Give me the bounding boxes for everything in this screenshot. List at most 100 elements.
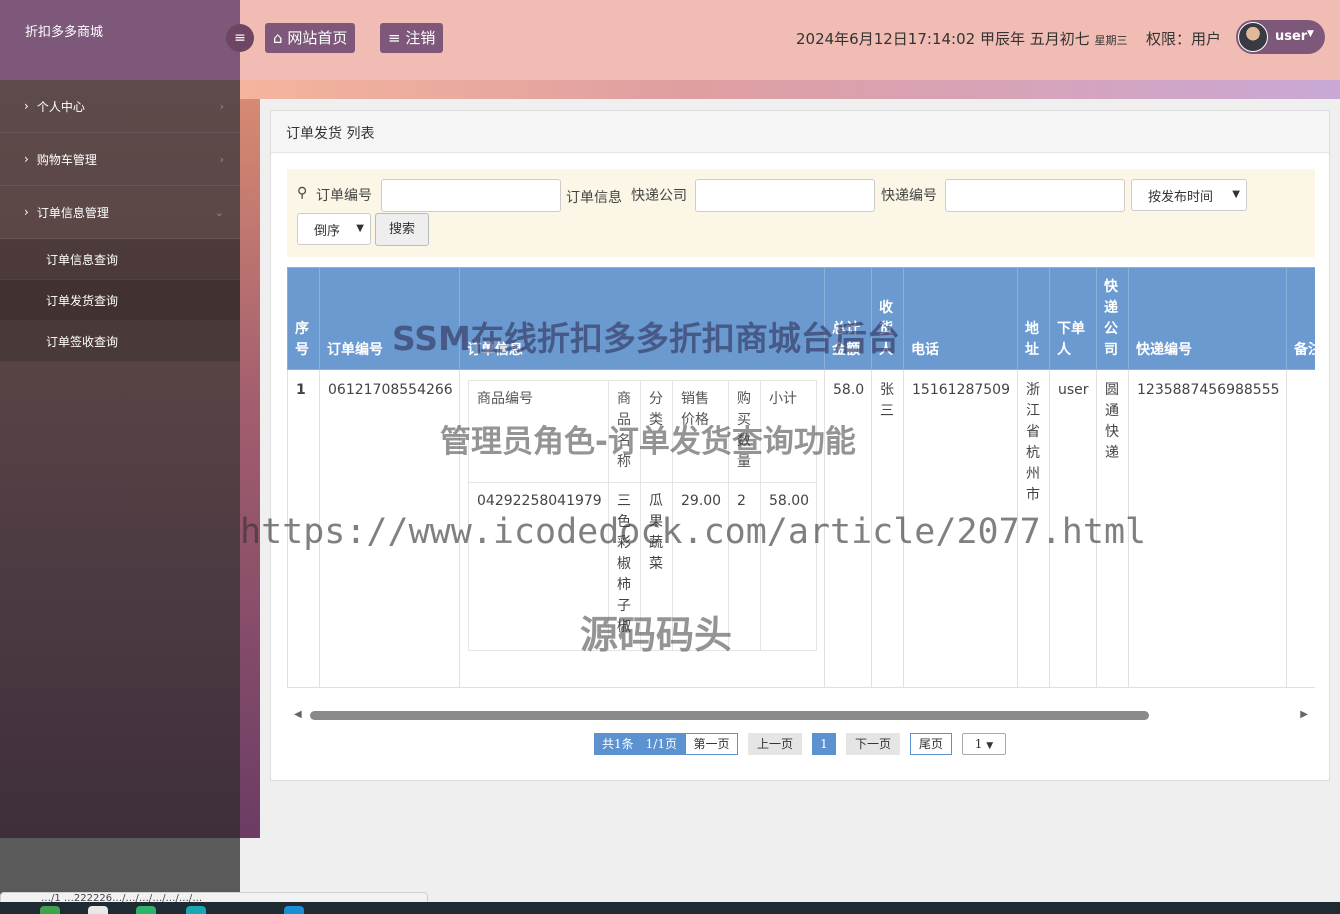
taskbar-app-icon[interactable] — [88, 906, 108, 914]
home-button[interactable]: ⌂ 网站首页 — [265, 23, 356, 53]
current-page-button[interactable]: 1 — [812, 733, 836, 755]
username: user — [1275, 29, 1308, 44]
taskbar-app-icon[interactable] — [40, 906, 60, 914]
sidebar-subitem-receipt-query[interactable]: 订单签收查询 — [0, 321, 240, 362]
page-select[interactable]: 1 ▼ — [962, 733, 1006, 755]
chevron-right-icon: › — [219, 99, 224, 113]
cell-receiver: 张三 — [871, 369, 904, 688]
item-qty: 2 — [728, 482, 761, 651]
taskbar-app-icon[interactable] — [186, 906, 206, 914]
order-info-label: 订单信息 — [566, 190, 622, 206]
order-no-input[interactable] — [381, 179, 561, 212]
cell-order-no: 06121708554266 — [319, 369, 460, 688]
express-company-input[interactable] — [695, 179, 875, 212]
horizontal-scrollbar[interactable]: ◀ ▶ — [287, 707, 1315, 724]
sort-order-select[interactable]: 倒序 ▼ — [297, 213, 371, 245]
order-items-table: 商品编号 商品名称 分类 销售价格 购买数量 小计 04292258041979… — [468, 380, 817, 651]
decorative-strip — [240, 99, 260, 838]
express-no-input[interactable] — [945, 179, 1125, 212]
col-header: 总计金额 — [824, 267, 872, 370]
cell-index: 1 — [287, 369, 320, 688]
weekday-text: 星期三 — [1094, 34, 1128, 47]
search-icon: ⚲ — [297, 185, 308, 201]
chevron-down-icon: ▼ — [1232, 189, 1240, 200]
list-panel: 订单发货 列表 ⚲ 订单编号 订单信息 快递公司 快递编号 按发布时间 ▼ 倒序… — [270, 110, 1330, 781]
pagination-info: 共1条 1/1页 — [594, 733, 685, 755]
cell-total: 58.0 — [824, 369, 872, 688]
sidebar-item-cart-management[interactable]: › 购物车管理 › — [0, 133, 240, 186]
chevron-down-icon: ⌄ — [214, 205, 224, 219]
sidebar-subitem-shipping-query[interactable]: 订单发货查询 — [0, 280, 240, 321]
items-col-header: 小计 — [760, 380, 817, 483]
sidebar-item-personal-center[interactable]: › 个人中心 › — [0, 80, 240, 133]
sidebar: 折扣多多商城 › 个人中心 › › 购物车管理 › › 订单信息管理 ⌄ 订单信… — [0, 0, 240, 838]
caret-down-icon: ▼ — [1307, 29, 1314, 39]
col-header: 收货人 — [871, 267, 904, 370]
chevron-right-icon: › — [24, 152, 29, 166]
col-header: 下单人 — [1049, 267, 1097, 370]
col-header: 订单编号 — [319, 267, 460, 370]
next-page-button[interactable]: 下一页 — [846, 733, 900, 755]
search-button[interactable]: 搜索 — [375, 213, 429, 246]
items-col-header: 销售价格 — [672, 380, 729, 483]
express-company-label: 快递公司 — [631, 188, 687, 204]
home-button-label: 网站首页 — [287, 29, 348, 47]
header-gradient-band — [240, 80, 1340, 99]
express-no-label: 快递编号 — [881, 188, 937, 204]
scroll-right-icon[interactable]: ▶ — [1300, 709, 1308, 720]
datetime-display: 2024年6月12日17:14:02 甲辰年 五月初七 星期三 — [796, 28, 1128, 49]
sidebar-subitem-order-query[interactable]: 订单信息查询 — [0, 239, 240, 280]
col-header: 备注 — [1286, 267, 1315, 370]
chevron-right-icon: › — [219, 152, 224, 166]
sidebar-item-label: 购物车管理 — [36, 152, 97, 167]
items-col-header: 商品名称 — [608, 380, 641, 483]
table-row[interactable]: 1 06121708554266 商品编号 商品名称 分类 销售价格 购买数量 … — [287, 369, 1315, 688]
taskbar-app-icon[interactable] — [136, 906, 156, 914]
cell-express-company: 圆通快递 — [1096, 369, 1129, 688]
col-header: 电话 — [903, 267, 1018, 370]
last-page-button[interactable]: 尾页 — [910, 733, 952, 755]
col-header: 订单信息 — [459, 267, 825, 370]
item-price: 29.00 — [672, 482, 729, 651]
items-col-header: 分类 — [640, 380, 673, 483]
user-menu[interactable]: user ▼ — [1236, 20, 1325, 54]
sidebar-item-order-management[interactable]: › 订单信息管理 ⌄ — [0, 186, 240, 239]
logout-button[interactable]: ≡ 注销 — [380, 23, 444, 53]
cell-order-info: 商品编号 商品名称 分类 销售价格 购买数量 小计 04292258041979… — [459, 369, 825, 688]
taskbar-app-icon[interactable] — [284, 906, 304, 914]
page-select-value: 1 — [974, 737, 983, 751]
logout-button-label: 注销 — [405, 29, 436, 47]
sort-field-value: 按发布时间 — [1148, 189, 1214, 205]
items-col-header: 购买数量 — [728, 380, 761, 483]
sidebar-item-label: 个人中心 — [36, 99, 85, 114]
sidebar-footer — [0, 838, 240, 900]
chevron-down-icon: ▼ — [356, 223, 364, 234]
home-icon: ⌂ — [273, 29, 283, 47]
item-subtotal: 58.00 — [760, 482, 817, 651]
chevron-right-icon: › — [24, 99, 29, 113]
chevron-down-icon: ▼ — [986, 741, 994, 751]
item-name: 三色彩椒柿子椒 — [608, 482, 641, 651]
items-col-header: 商品编号 — [468, 380, 609, 483]
sort-field-select[interactable]: 按发布时间 ▼ — [1131, 179, 1247, 211]
permission-text: 权限：用户 — [1146, 30, 1222, 48]
prev-page-button[interactable]: 上一页 — [748, 733, 802, 755]
orders-table: 序号 订单编号 订单信息 总计金额 收货人 电话 地址 下单人 快递公司 快递编… — [287, 267, 1315, 688]
table-container: 序号 订单编号 订单信息 总计金额 收货人 电话 地址 下单人 快递公司 快递编… — [287, 267, 1315, 689]
chevron-right-icon: › — [24, 205, 29, 219]
col-header: 快递公司 — [1096, 267, 1129, 370]
item-category: 瓜果蔬菜 — [640, 482, 673, 651]
cell-remark — [1286, 369, 1315, 688]
scroll-left-icon[interactable]: ◀ — [294, 709, 302, 720]
items-header-row: 商品编号 商品名称 分类 销售价格 购买数量 小计 — [468, 380, 817, 483]
first-page-button[interactable]: 第一页 — [685, 733, 738, 755]
table-header-row: 序号 订单编号 订单信息 总计金额 收货人 电话 地址 下单人 快递公司 快递编… — [287, 267, 1315, 370]
scrollbar-thumb[interactable] — [310, 711, 1149, 720]
avatar — [1238, 22, 1268, 52]
col-header: 快递编号 — [1128, 267, 1287, 370]
panel-title: 订单发货 列表 — [271, 111, 1329, 153]
datetime-text: 2024年6月12日17:14:02 甲辰年 五月初七 — [796, 30, 1090, 48]
sidebar-toggle-button[interactable]: ≡ — [226, 24, 254, 52]
cell-orderer: user — [1049, 369, 1097, 688]
cell-address: 浙江省杭州市 — [1017, 369, 1050, 688]
